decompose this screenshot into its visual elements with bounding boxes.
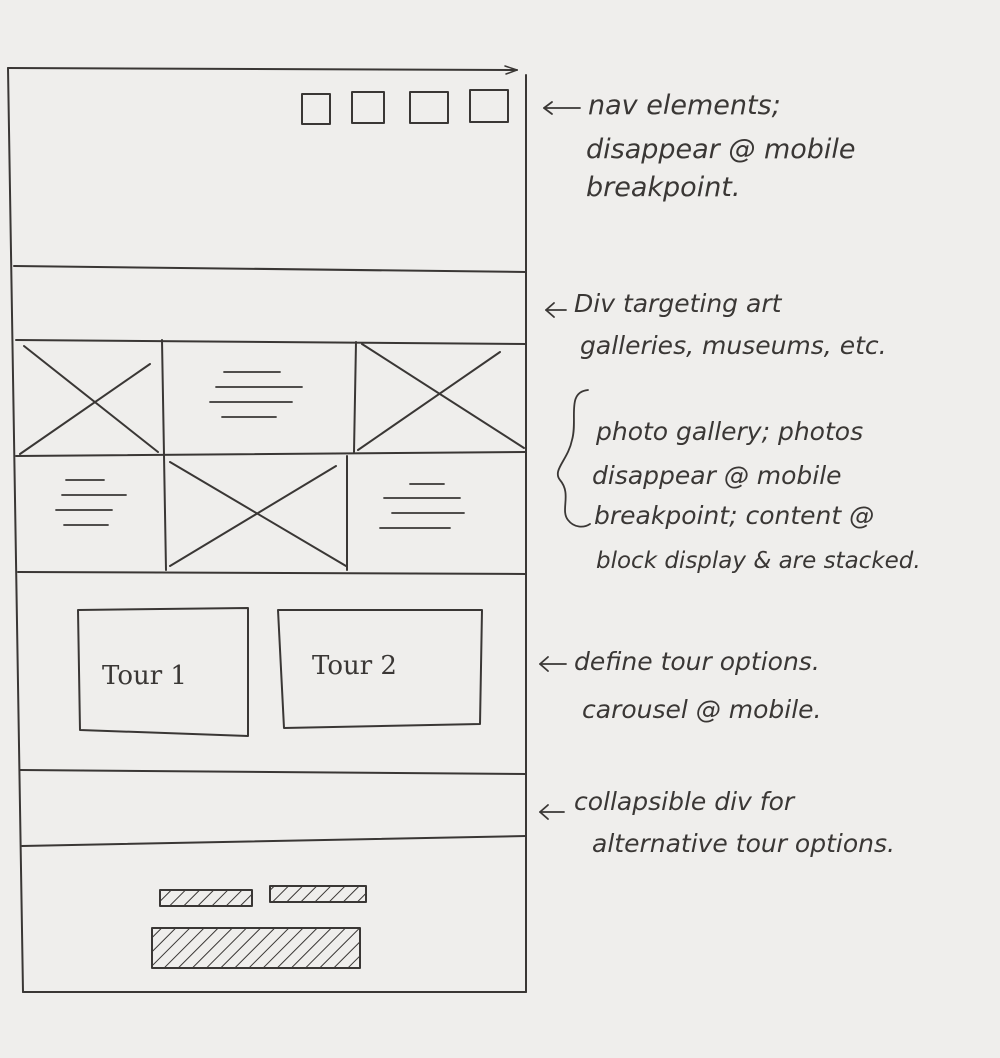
arrow-collapsible [539, 804, 565, 820]
annotation-line: block display & are stacked. [596, 548, 921, 574]
arrow-nav [543, 101, 581, 115]
text-placeholder [209, 371, 303, 418]
header-divider [13, 265, 527, 273]
photo-placeholder [357, 343, 525, 451]
nav-box [301, 93, 331, 125]
gallery-row-divider [15, 451, 527, 457]
collapsible-bottom [21, 835, 527, 847]
footer-small-bar [159, 889, 253, 907]
annotation-line: breakpoint; content @ [594, 501, 874, 530]
page-frame [7, 65, 527, 993]
footer-bars [151, 885, 367, 969]
wireframe-sketch: Tour 1 Tour 2 nav elements; disappear @ … [7, 65, 921, 993]
gallery-bottom [17, 571, 527, 575]
annotation-gallery: photo gallery; photos disappear @ mobile… [592, 417, 921, 574]
footer-large-bar [151, 927, 361, 969]
annotation-nav: nav elements; disappear @ mobile breakpo… [586, 90, 856, 203]
annotation-line: carousel @ mobile. [582, 695, 821, 724]
annotation-line: disappear @ mobile [592, 461, 842, 490]
tour-2-label: Tour 2 [312, 651, 397, 681]
annotation-line: define tour options. [574, 647, 820, 676]
section-dividers [13, 265, 527, 847]
annotation-line: galleries, museums, etc. [580, 331, 887, 360]
tour-1-label: Tour 1 [102, 661, 187, 691]
annotation-collapsible: collapsible div for alternative tour opt… [574, 787, 895, 858]
annotation-line: nav elements; [588, 90, 781, 121]
nav-boxes [301, 89, 509, 125]
footer-small-bar [269, 885, 367, 903]
annotation-div: Div targeting art galleries, museums, et… [574, 289, 887, 360]
nav-box [351, 91, 385, 124]
annotation-tours: define tour options. carousel @ mobile. [574, 647, 821, 724]
nav-box [469, 89, 509, 123]
nav-box [409, 91, 449, 124]
arrow-div [545, 302, 567, 318]
text-placeholder [379, 483, 465, 529]
tours-bottom [19, 769, 527, 775]
gallery-brace [557, 389, 591, 528]
arrow-tours [539, 656, 567, 672]
div-band-bottom [15, 339, 527, 345]
annotation-line: collapsible div for [574, 787, 796, 816]
annotation-line: breakpoint. [586, 172, 740, 203]
annotation-line: alternative tour options. [592, 829, 895, 858]
photo-placeholder [19, 345, 159, 455]
annotation-line: Div targeting art [574, 289, 783, 318]
annotation-line: disappear @ mobile [586, 134, 856, 165]
photo-placeholder [169, 461, 347, 567]
text-placeholder [55, 479, 127, 526]
annotation-line: photo gallery; photos [595, 417, 863, 446]
